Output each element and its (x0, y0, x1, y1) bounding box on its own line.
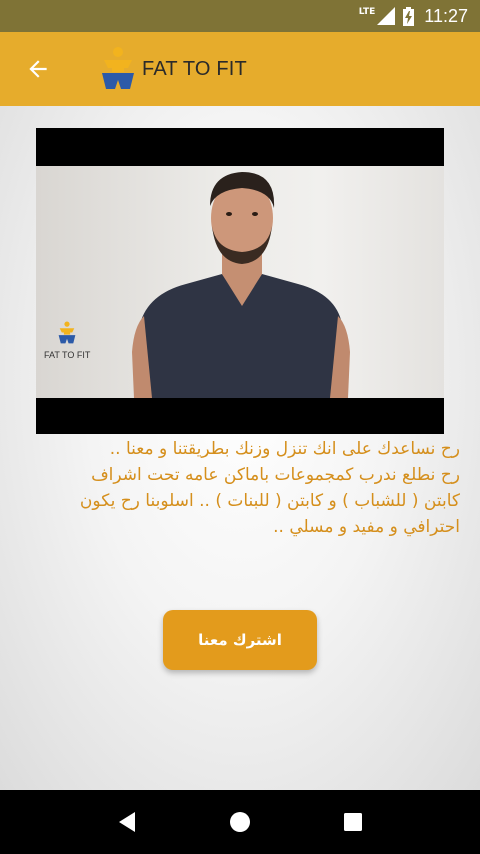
back-button[interactable] (10, 41, 66, 97)
fat-to-fit-watermark-icon (58, 321, 76, 344)
triangle-back-icon (118, 812, 135, 832)
network-type: LTE (358, 7, 376, 17)
circle-home-icon (229, 812, 250, 832)
status-bar: LTE 11:27 (0, 0, 480, 32)
description-line: كابتن ( للشباب ) و كابتن ( للبنات ) .. ا… (79, 491, 460, 511)
subscribe-button[interactable]: اشترك معنا (163, 610, 317, 670)
clock: 11:27 (424, 5, 468, 26)
description-line: رح نطلع ندرب كمجموعات باماكن عامه تحت اش… (91, 465, 460, 485)
arrow-back-icon (29, 60, 47, 78)
fat-to-fit-logo-icon (102, 47, 134, 89)
nav-back-button[interactable] (107, 802, 147, 842)
description-line: رح نساعدك على انك تنزل وزنك بطريقتنا و م… (109, 439, 460, 459)
signal-icon (377, 7, 396, 25)
nav-recents-button[interactable] (333, 802, 373, 842)
video-watermark: FAT TO FIT (44, 321, 90, 360)
battery-charging-icon (403, 6, 415, 26)
video-person-image (132, 172, 350, 398)
main-content: FAT TO FIT رح نساعدك على انك تنزل وزنك ب… (0, 106, 480, 790)
video-player[interactable]: FAT TO FIT (36, 128, 444, 434)
app-bar: FAT TO FIT (0, 32, 480, 106)
app-title: FAT TO FIT (142, 57, 247, 80)
description-line: احترافي و مفيد و مسلي .. (273, 517, 460, 537)
video-frame: FAT TO FIT (36, 166, 444, 398)
navigation-bar (0, 790, 480, 854)
video-watermark-text: FAT TO FIT (44, 350, 91, 360)
square-recents-icon (344, 813, 363, 831)
nav-home-button[interactable] (220, 802, 260, 842)
description-text: رح نساعدك على انك تنزل وزنك بطريقتنا و م… (20, 436, 460, 540)
